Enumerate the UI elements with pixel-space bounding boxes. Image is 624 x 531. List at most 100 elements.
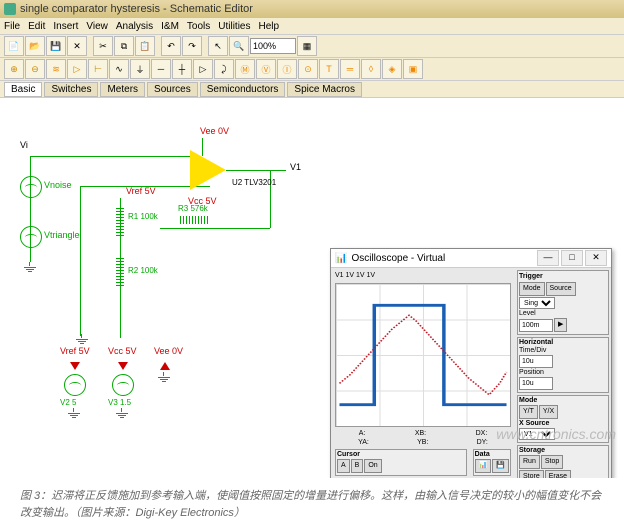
osc-plot[interactable]: [335, 283, 511, 427]
label-u2: U2 TLV3201: [232, 178, 276, 187]
comp-bus-icon[interactable]: ═: [340, 59, 360, 79]
trigger-single-select[interactable]: Single: [519, 297, 555, 309]
comp-label-icon[interactable]: T: [319, 59, 339, 79]
oscilloscope-window[interactable]: 📊 Oscilloscope - Virtual — □ ✕ V1 1V 1V …: [330, 248, 612, 478]
menu-tools[interactable]: Tools: [187, 21, 210, 32]
menu-view[interactable]: View: [86, 21, 108, 32]
hpos-label: Position: [519, 369, 544, 376]
trigger-level-label: Level: [519, 310, 536, 317]
mode-yt-button[interactable]: Y/T: [519, 405, 538, 419]
minimize-button[interactable]: —: [537, 250, 559, 266]
source-v3[interactable]: [112, 374, 134, 396]
maximize-button[interactable]: □: [561, 250, 583, 266]
trigger-mode-button[interactable]: Mode: [519, 282, 545, 296]
tab-basic[interactable]: Basic: [4, 82, 42, 97]
menu-file[interactable]: File: [4, 21, 20, 32]
tool-save-icon[interactable]: 💾: [46, 36, 66, 56]
opamp[interactable]: [190, 150, 226, 190]
tool-cut-icon[interactable]: ✂: [93, 36, 113, 56]
storage-store-button[interactable]: Store: [519, 470, 544, 478]
source-v2[interactable]: [64, 374, 86, 396]
timediv-input[interactable]: [519, 355, 553, 368]
tool-new-icon[interactable]: 📄: [4, 36, 24, 56]
tab-spice[interactable]: Spice Macros: [287, 82, 362, 97]
tool-copy-icon[interactable]: ⧉: [114, 36, 134, 56]
hpos-input[interactable]: [519, 377, 553, 390]
mode-yx-button[interactable]: Y/X: [539, 405, 558, 419]
tool-paste-icon[interactable]: 📋: [135, 36, 155, 56]
comp-vsrc-icon[interactable]: Ⓥ: [256, 59, 276, 79]
gnd-icon: [158, 376, 170, 384]
menu-im[interactable]: I&M: [161, 21, 179, 32]
data-export-button[interactable]: 📊: [475, 459, 492, 473]
comp-gnd-icon[interactable]: ⏚: [130, 59, 150, 79]
cursor-b-button[interactable]: B: [351, 459, 364, 473]
resistor-r3[interactable]: [180, 216, 208, 224]
zoom-input[interactable]: [250, 38, 296, 54]
tool-zoom-icon[interactable]: 🔍: [229, 36, 249, 56]
label-vref-mid: Vref 5V: [126, 186, 156, 196]
trigger-level-input[interactable]: [519, 319, 553, 332]
comp-switch-icon[interactable]: ⤸: [214, 59, 234, 79]
label-v2: V2 5: [60, 398, 76, 407]
tab-semiconductors[interactable]: Semiconductors: [200, 82, 286, 97]
comp-source-icon[interactable]: ∿: [109, 59, 129, 79]
trigger-header: Trigger: [519, 273, 543, 280]
comp-junction-icon[interactable]: ┼: [172, 59, 192, 79]
comp-isrc-icon[interactable]: Ⓘ: [277, 59, 297, 79]
comp-resistor-icon[interactable]: ⊕: [4, 59, 24, 79]
comp-cap-icon[interactable]: ⊖: [25, 59, 45, 79]
storage-erase-button[interactable]: Erase: [545, 470, 571, 478]
menu-analysis[interactable]: Analysis: [116, 21, 153, 32]
storage-stop-button[interactable]: Stop: [541, 455, 563, 469]
tool-grid-icon[interactable]: ▦: [297, 36, 317, 56]
menu-edit[interactable]: Edit: [28, 21, 45, 32]
comp-wire-icon[interactable]: ─: [151, 59, 171, 79]
comp-diode-icon[interactable]: ▷: [67, 59, 87, 79]
gnd-icon: [116, 412, 128, 420]
comp-opamp-icon[interactable]: ▷: [193, 59, 213, 79]
comp-probe-icon[interactable]: ⊙: [298, 59, 318, 79]
comp-port-icon[interactable]: ◊: [361, 59, 381, 79]
osc-title: Oscilloscope - Virtual: [351, 253, 445, 264]
trigger-run-button[interactable]: ▶: [554, 318, 567, 332]
storage-run-button[interactable]: Run: [519, 455, 540, 469]
wire: [226, 170, 286, 171]
label-vcc-bot: Vcc 5V: [108, 346, 137, 356]
tool-close-icon[interactable]: ✕: [67, 36, 87, 56]
label-vi: Vi: [20, 140, 28, 150]
data-save-button[interactable]: 💾: [492, 459, 509, 473]
close-button[interactable]: ✕: [585, 250, 607, 266]
label-vnoise: Vnoise: [44, 180, 72, 190]
comp-transistor-icon[interactable]: ⊢: [88, 59, 108, 79]
menu-help[interactable]: Help: [259, 21, 280, 32]
comp-net-icon[interactable]: ◈: [382, 59, 402, 79]
comp-macro-icon[interactable]: ▣: [403, 59, 423, 79]
comp-meter-icon[interactable]: Ⓜ: [235, 59, 255, 79]
watermark: www.cntronics.com: [496, 426, 616, 442]
tab-switches[interactable]: Switches: [44, 82, 98, 97]
comp-ind-icon[interactable]: ≋: [46, 59, 66, 79]
trigger-source-button[interactable]: Source: [546, 282, 576, 296]
resistor-r2[interactable]: [116, 258, 124, 286]
tool-open-icon[interactable]: 📂: [25, 36, 45, 56]
cursor-on-button[interactable]: On: [364, 459, 381, 473]
gnd-icon: [76, 338, 88, 346]
title-bar: single comparator hysteresis - Schematic…: [0, 0, 624, 18]
resistor-r1[interactable]: [116, 208, 124, 236]
cursor-a-button[interactable]: A: [337, 459, 350, 473]
wire: [30, 156, 190, 157]
tab-meters[interactable]: Meters: [100, 82, 145, 97]
tool-select-icon[interactable]: ↖: [208, 36, 228, 56]
tab-sources[interactable]: Sources: [147, 82, 198, 97]
arrow-down-icon: [70, 362, 80, 370]
wire: [80, 186, 81, 336]
menu-utilities[interactable]: Utilities: [218, 21, 250, 32]
tool-redo-icon[interactable]: ↷: [182, 36, 202, 56]
source-vnoise[interactable]: [20, 176, 42, 198]
schematic-canvas[interactable]: Vi Vnoise Vtriangle Vee 0V U2 TLV3201 Vc…: [0, 98, 624, 478]
label-vee-top: Vee 0V: [200, 126, 229, 136]
menu-insert[interactable]: Insert: [53, 21, 78, 32]
source-vtriangle[interactable]: [20, 226, 42, 248]
tool-undo-icon[interactable]: ↶: [161, 36, 181, 56]
